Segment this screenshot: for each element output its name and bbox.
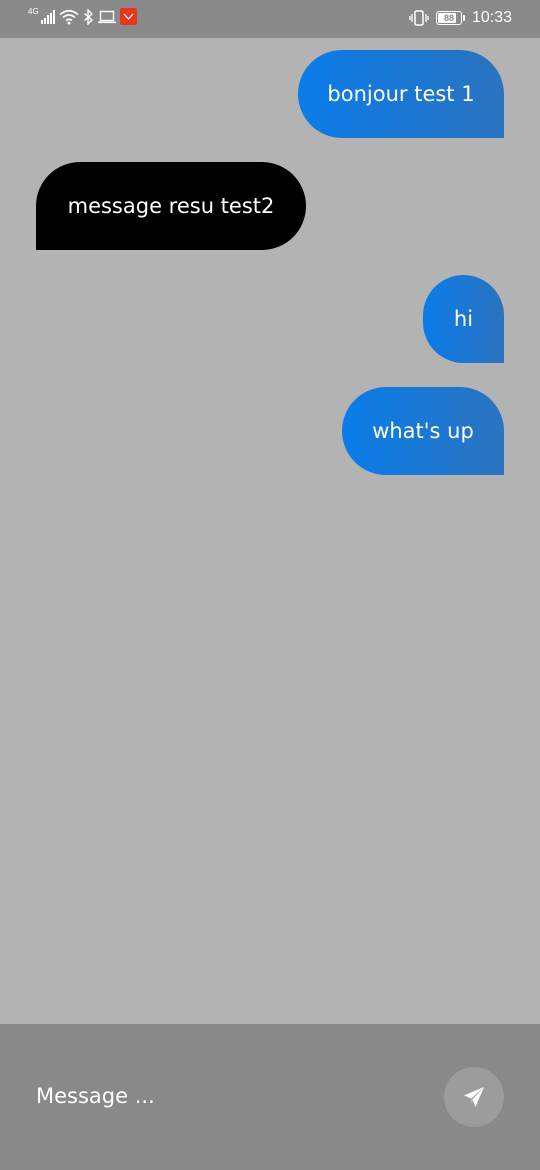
message-text: what's up	[372, 419, 474, 443]
status-right-group: 88 10:33	[409, 9, 512, 27]
status-bar: 4G 88 10:33	[0, 0, 540, 38]
bluetooth-icon	[83, 8, 93, 25]
status-time: 10:33	[471, 9, 512, 26]
message-composer	[0, 1024, 540, 1170]
message-input[interactable]	[36, 1076, 416, 1116]
message-bubble-sent[interactable]: bonjour test 1	[298, 50, 504, 138]
message-bubble-sent[interactable]: what's up	[342, 387, 504, 475]
send-icon	[464, 1087, 484, 1107]
message-text: bonjour test 1	[327, 82, 475, 106]
send-button[interactable]	[444, 1067, 504, 1127]
message-bubble-sent[interactable]: hi	[423, 275, 504, 363]
message-text: hi	[453, 307, 474, 331]
battery-tip	[462, 15, 465, 21]
wifi-icon	[59, 9, 79, 24]
message-text: message resu test2	[67, 194, 275, 218]
signal-icon	[40, 9, 55, 24]
laptop-icon	[97, 10, 116, 23]
battery-level: 88	[443, 13, 454, 23]
battery-icon: 88	[435, 11, 462, 25]
status-left-group: 4G	[28, 8, 137, 25]
message-bubble-received[interactable]: message resu test2	[36, 162, 306, 250]
battery-indicator: 88	[435, 11, 465, 25]
vibrate-icon	[409, 10, 429, 26]
network-type: 4G	[28, 7, 39, 16]
app-notification-icon	[119, 8, 137, 25]
